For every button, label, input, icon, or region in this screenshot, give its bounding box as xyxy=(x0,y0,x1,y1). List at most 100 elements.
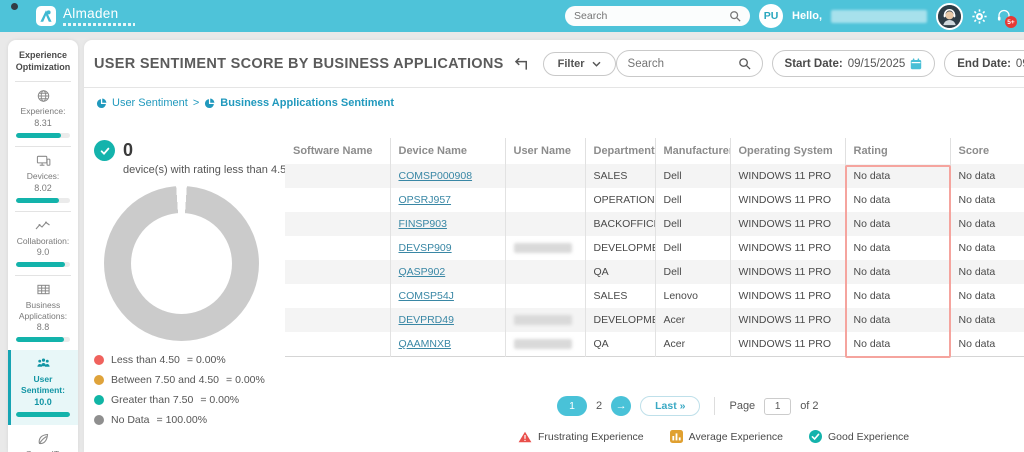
progress-track xyxy=(16,132,70,138)
device-link[interactable]: FINSP903 xyxy=(399,218,447,230)
table-search-input[interactable] xyxy=(627,57,738,70)
cell-score: No data xyxy=(949,212,1024,236)
cell-department: OPERATION xyxy=(584,188,655,212)
cell-user-name xyxy=(504,164,585,188)
cell-operating-system: WINDOWS 11 PRO xyxy=(729,260,845,284)
search-icon xyxy=(730,11,741,22)
sentiment-table: Software Name Device Name User Name Depa… xyxy=(285,138,1024,358)
filter-button[interactable]: Filter xyxy=(542,51,616,76)
next-page-button[interactable]: → xyxy=(611,396,632,416)
sidebar-item-value: 9.0 xyxy=(36,247,50,258)
end-date-picker[interactable]: End Date: 09/22/2025 xyxy=(944,50,1024,77)
sidebar-item-devices[interactable]: Devices: 8.02 xyxy=(8,147,78,211)
cell-software-name xyxy=(285,308,390,332)
progress-fill xyxy=(16,262,65,268)
page-number-input[interactable] xyxy=(764,397,792,415)
sidebar-item-green-it[interactable]: Green IT: 6.5 xyxy=(8,425,78,452)
cell-user-name xyxy=(504,308,585,332)
device-link[interactable]: DEVSP909 xyxy=(399,242,452,254)
recording-dot xyxy=(11,3,18,10)
cell-manufacturer: Dell xyxy=(654,212,730,236)
table-row[interactable]: DEVPRD49 DEVELOPMENT Acer WINDOWS 11 PRO… xyxy=(285,308,1024,332)
table-row[interactable]: QAAMNXB QA Acer WINDOWS 11 PRO No data N… xyxy=(285,332,1024,356)
user-initials-badge[interactable]: PU xyxy=(759,4,784,28)
cell-department: QA xyxy=(584,332,655,356)
cell-score: No data xyxy=(949,332,1024,356)
breadcrumb-parent[interactable]: User Sentiment xyxy=(112,97,188,109)
sidebar-item-label: Business Applications: xyxy=(18,300,68,321)
cell-software-name xyxy=(285,260,390,284)
cell-user-name xyxy=(504,212,585,236)
device-link[interactable]: COMSP000908 xyxy=(399,170,473,182)
avatar[interactable] xyxy=(936,2,963,30)
global-search-input[interactable] xyxy=(574,10,730,22)
start-date-picker[interactable]: Start Date: 09/15/2025 xyxy=(771,50,936,77)
table-row[interactable]: COMSP54J SALES Lenovo WINDOWS 11 PRO No … xyxy=(285,284,1024,308)
cell-manufacturer: Dell xyxy=(654,164,730,188)
rating-donut-chart xyxy=(104,186,259,341)
legend-value: = 0.00% xyxy=(226,374,265,386)
sidebar-item-experience[interactable]: Experience: 8.31 xyxy=(8,82,78,146)
table-row[interactable]: QASP902 QA Dell WINDOWS 11 PRO No data N… xyxy=(285,260,1024,284)
table-row[interactable]: FINSP903 BACKOFFICE Dell WINDOWS 11 PRO … xyxy=(285,212,1024,236)
column-header[interactable]: Department xyxy=(584,138,655,164)
device-link[interactable]: COMSP54J xyxy=(399,290,454,302)
cell-rating: No data xyxy=(844,332,950,356)
cell-user-name xyxy=(504,284,585,308)
table-header-row: Software Name Device Name User Name Depa… xyxy=(285,138,1024,164)
table-search[interactable] xyxy=(615,50,763,77)
legend-label: Good Experience xyxy=(828,430,910,443)
device-link[interactable]: QASP902 xyxy=(399,266,446,278)
cell-operating-system: WINDOWS 11 PRO xyxy=(729,332,845,356)
device-count: 0 xyxy=(123,140,134,160)
sidebar-title: Experience Optimization xyxy=(15,50,71,73)
sidebar-item-value: 8.8 xyxy=(36,322,50,333)
cell-manufacturer: Dell xyxy=(654,188,730,212)
app-logo[interactable]: Almaden xyxy=(36,6,135,26)
business-apps-icon xyxy=(13,283,73,297)
progress-track xyxy=(16,337,70,343)
last-page-button[interactable]: Last » xyxy=(640,396,701,416)
sidebar-item-business-applications[interactable]: Business Applications: 8.8 xyxy=(8,276,78,350)
table-row[interactable]: OPSRJ957 OPERATION Dell WINDOWS 11 PRO N… xyxy=(285,188,1024,212)
page-1-button[interactable]: 1 xyxy=(557,396,587,416)
legend-dot xyxy=(94,395,104,405)
column-header[interactable]: User Name xyxy=(504,138,585,164)
device-link[interactable]: OPSRJ957 xyxy=(399,194,452,206)
cell-score: No data xyxy=(949,188,1024,212)
warning-triangle-icon xyxy=(518,431,532,442)
table-row[interactable]: COMSP000908 SALES Dell WINDOWS 11 PRO No… xyxy=(285,164,1024,188)
cell-score: No data xyxy=(949,284,1024,308)
summary-block: 0 device(s) with rating less than 4.50 xyxy=(94,140,309,176)
sidebar-item-collaboration[interactable]: Collaboration: 9.0 xyxy=(8,212,78,276)
legend-dot xyxy=(94,355,104,365)
global-search[interactable] xyxy=(565,6,751,26)
column-header[interactable]: Score xyxy=(949,138,1024,164)
column-header[interactable]: Software Name xyxy=(285,138,390,164)
page-2-button[interactable]: 2 xyxy=(596,400,602,412)
legend-item: Less than 4.50 = 0.00% xyxy=(94,354,265,366)
end-date-value: 09/22/2025 xyxy=(1015,57,1024,70)
cell-rating: No data xyxy=(844,212,950,236)
legend-label: Frustrating Experience xyxy=(538,430,644,443)
logo-tagline xyxy=(63,23,135,26)
chevron-down-icon xyxy=(592,61,601,67)
filter-button-label: Filter xyxy=(557,57,585,70)
start-date-label: Start Date: xyxy=(784,57,843,70)
legend-item: Greater than 7.50 = 0.00% xyxy=(94,394,265,406)
cell-department: SALES xyxy=(584,164,655,188)
sidebar-item-label: Green IT: xyxy=(13,449,73,452)
device-link[interactable]: QAAMNXB xyxy=(399,338,452,350)
device-link[interactable]: DEVPRD49 xyxy=(399,314,454,326)
gear-icon[interactable] xyxy=(972,8,987,24)
column-header[interactable]: Manufacturer xyxy=(654,138,730,164)
column-header[interactable]: Rating xyxy=(844,138,950,164)
sidebar-item-user-sentiment[interactable]: User Sentiment: 10.0 xyxy=(8,350,78,425)
legend-label: Greater than 7.50 xyxy=(111,394,194,406)
cell-rating: No data xyxy=(844,308,950,332)
column-header[interactable]: Device Name xyxy=(389,138,505,164)
table-row[interactable]: DEVSP909 DEVELOPMENT Dell WINDOWS 11 PRO… xyxy=(285,236,1024,260)
column-header[interactable]: Operating System xyxy=(729,138,845,164)
headset-notifications[interactable]: 5+ xyxy=(996,8,1017,28)
back-icon[interactable] xyxy=(514,56,531,71)
